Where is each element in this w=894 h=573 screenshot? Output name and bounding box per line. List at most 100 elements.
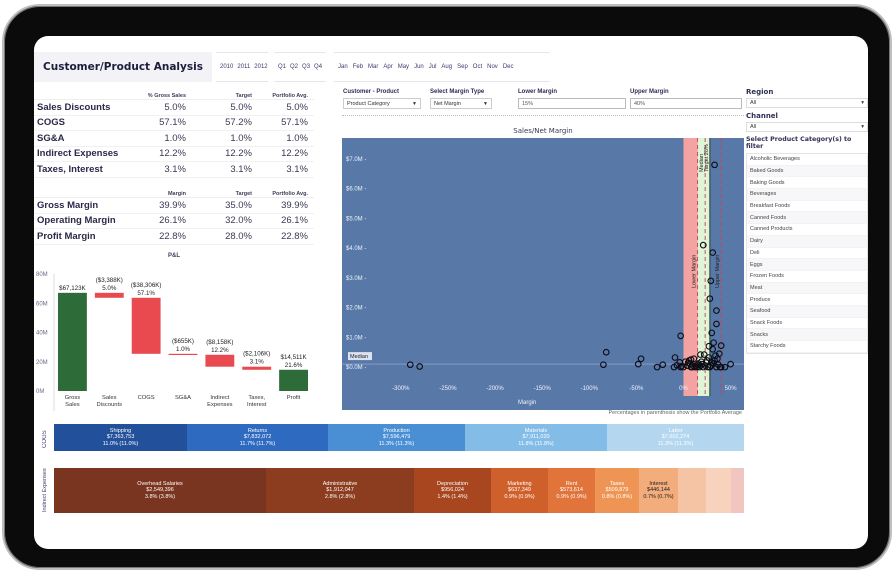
category-option[interactable]: Breakfast Foods [747, 201, 867, 213]
month-option[interactable]: Aug [441, 64, 452, 70]
treemap-cell[interactable]: Taxes $509,879 0.8% (0.8%) [595, 468, 639, 513]
month-option[interactable]: Sep [457, 64, 468, 70]
quarter-option[interactable]: Q1 [278, 64, 286, 70]
category-option[interactable]: Produce [747, 294, 867, 306]
category-option[interactable]: Starchy Foods [747, 341, 867, 353]
treemap-cell[interactable]: Shipping $7,363,753 11.0% (11.0%) [54, 424, 187, 451]
upper-margin-control: Upper Margin 40% [630, 89, 744, 109]
treemap-cell[interactable] [678, 468, 706, 513]
portfolio-avg-cell: 1.0% [286, 132, 308, 144]
y-tick-label: 80M [36, 272, 48, 278]
treemap-cell[interactable]: Materials $7,911,020 11.8% (11.8%) [465, 424, 607, 451]
expenses-table-header: % Gross Sales Target Portfolio Avg. [34, 86, 314, 100]
treemap-cell[interactable]: Returns $7,832,072 11.7% (11.7%) [187, 424, 328, 451]
treemap-name: Rent [565, 480, 578, 487]
x-tick-label: -100% [581, 386, 599, 392]
month-option[interactable]: Jun [414, 64, 424, 70]
treemap-cell[interactable]: Labor $7,602,274 11.3% (11.3%) [607, 424, 744, 451]
value-cell: 3.1% [164, 163, 186, 175]
month-option[interactable]: Mar [368, 64, 378, 70]
indirect-expenses-treemap: Overhead Salaries $2,549,396 3.8% (3.8%) Ad… [54, 468, 744, 513]
month-option[interactable]: Jul [429, 64, 437, 70]
month-option[interactable]: Nov [487, 64, 498, 70]
category-option[interactable]: Snacks [747, 329, 867, 341]
treemap-amount: $509,879 [605, 487, 629, 494]
quarter-option[interactable]: Q2 [290, 64, 298, 70]
category-option[interactable]: Eggs [747, 259, 867, 271]
table-row: COGS 57.1% 57.2% 57.1% [34, 116, 314, 131]
median-label: Median [350, 354, 368, 360]
lower-margin-input[interactable]: 15% [518, 98, 626, 109]
waterfall-bar [131, 297, 161, 354]
treemap-amount: $7,832,072 [243, 434, 272, 441]
treemap-cell[interactable] [706, 468, 731, 513]
category-option[interactable]: Baked Goods [747, 165, 867, 178]
category-option[interactable]: Beverages [747, 189, 867, 201]
y-tick-label: $7.0M - [346, 157, 366, 163]
x-category-label: Profit [287, 395, 301, 401]
lower-margin-control: Lower Margin 15% [518, 89, 628, 109]
treemap-cell[interactable]: Rent $573,614 0.9% (0.9%) [548, 468, 595, 513]
treemap-cell[interactable]: Production $7,596,479 11.3% (11.3%) [328, 424, 465, 451]
dashboard-title: Customer/Product Analysis [34, 52, 212, 82]
year-option[interactable]: 2010 [220, 64, 233, 70]
margin-type-control: Select Margin Type Net Margin ▼ [430, 89, 500, 109]
quarter-option[interactable]: Q3 [302, 64, 310, 70]
table-row: Taxes, Interest 3.1% 3.1% 3.1% [34, 162, 314, 178]
x-category-label: Gross [65, 395, 81, 401]
margin-type-select[interactable]: Net Margin ▼ [430, 98, 492, 109]
select-value: All [750, 124, 757, 130]
year-option[interactable]: 2012 [254, 64, 267, 70]
target-cell: 57.2% [225, 117, 252, 129]
bar-data-label: ($8,158K) [206, 339, 233, 346]
month-option[interactable]: Feb [353, 64, 363, 70]
treemap-cell[interactable]: Depreciation $956,024 1.4% (1.4%) [414, 468, 491, 513]
month-option[interactable]: Oct [473, 64, 482, 70]
category-option[interactable]: Canned Foods [747, 212, 867, 225]
margin-type-label: Select Margin Type [430, 89, 485, 95]
select-value: Net Margin [434, 100, 461, 107]
category-list: Alcoholic Beverages Baked Goods Baking Goo… [746, 153, 868, 354]
treemap-cell[interactable]: Interest $446,144 0.7% (0.7%) [639, 468, 678, 513]
category-option[interactable]: Frozen Foods [747, 271, 867, 283]
month-option[interactable]: Jan [338, 64, 348, 70]
treemap-pct: 1.4% (1.4%) [437, 493, 468, 500]
category-option[interactable]: Meat [747, 282, 867, 295]
bar-data-label: $67,123K [59, 285, 86, 292]
treemap-cell[interactable]: Marketing $637,349 0.9% (0.9%) [491, 468, 548, 513]
month-option[interactable]: May [398, 64, 409, 70]
treemap-cell[interactable]: Administrative $1,912,047 2.8% (2.8%) [266, 468, 414, 513]
category-option[interactable]: Dairy [747, 235, 867, 248]
region-select[interactable]: All ▾ [746, 98, 868, 108]
bar-data-label: ($2,106K) [243, 351, 270, 358]
customer-product-select[interactable]: Product Category ▼ [343, 98, 421, 109]
sales-margin-scatter: Median Lower Margin Median Target 28% Upper … [342, 138, 744, 416]
category-option[interactable]: Baking Goods [747, 177, 867, 190]
col-header: % Gross Sales [147, 93, 186, 99]
treemap-cell[interactable] [731, 468, 744, 513]
upper-margin-input[interactable]: 40% [630, 98, 742, 109]
year-option[interactable]: 2011 [237, 64, 250, 70]
y-tick-label: 0M [36, 389, 44, 395]
value-cell: 39.9% [159, 199, 186, 211]
treemap-cell[interactable]: Overhead Salaries $2,549,396 3.8% (3.8%) [54, 468, 266, 513]
category-option[interactable]: Alcoholic Beverages [747, 154, 867, 166]
quarter-filter: Q1 Q2 Q3 Q4 [274, 52, 326, 82]
dropdown-arrow-icon: ▾ [861, 124, 864, 130]
category-option[interactable]: Seafood [747, 305, 867, 318]
category-option[interactable]: Canned Products [747, 224, 867, 236]
dashboard-screen: Customer/Product Analysis 2010 2011 2012 Q… [34, 36, 868, 549]
category-option[interactable]: Snack Foods [747, 318, 867, 330]
month-option[interactable]: Dec [503, 64, 514, 70]
scatter-svg: MedianLower MarginMedianTarget 28%Upper … [342, 138, 744, 410]
treemap-amount: $573,614 [560, 487, 583, 494]
quarter-option[interactable]: Q4 [314, 64, 322, 70]
col-header: Portfolio Avg. [272, 93, 308, 99]
year-filter: 2010 2011 2012 [216, 52, 268, 82]
channel-select[interactable]: All ▾ [746, 122, 868, 132]
treemap-name: Returns [247, 427, 268, 434]
y-tick-label: 60M [36, 301, 48, 307]
month-option[interactable]: Apr [383, 64, 392, 70]
margin-table: Margin Target Portfolio Avg. Gross Margi… [34, 184, 314, 245]
category-option[interactable]: Deli [747, 248, 867, 260]
